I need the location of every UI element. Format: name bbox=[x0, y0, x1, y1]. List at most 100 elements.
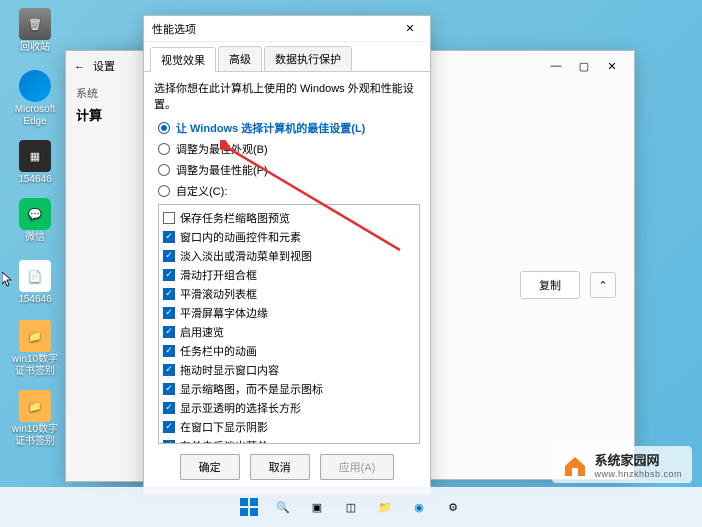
close-button[interactable]: ✕ bbox=[598, 56, 626, 76]
perf-titlebar[interactable]: 性能选项 ✕ bbox=[144, 16, 430, 42]
effect-row-10[interactable]: ✓显示亚透明的选择长方形 bbox=[163, 398, 415, 417]
checkbox-icon: ✓ bbox=[163, 345, 175, 357]
house-icon bbox=[562, 452, 588, 478]
effect-label: 淡入淡出或滑动菜单到视图 bbox=[180, 248, 312, 264]
effect-label: 显示缩略图，而不是显示图标 bbox=[180, 381, 323, 397]
settings-taskbar[interactable]: ⚙ bbox=[439, 493, 467, 521]
expand-toggle[interactable]: ⌃ bbox=[590, 272, 616, 298]
folder-icon: 📁 bbox=[19, 320, 51, 352]
effect-row-3[interactable]: ✓ 滑动打开组合框 bbox=[163, 265, 415, 284]
radio-icon bbox=[158, 185, 170, 197]
edge-icon: ◉ bbox=[414, 501, 424, 514]
effect-row-1[interactable]: ✓ 窗口内的动画控件和元素 bbox=[163, 227, 415, 246]
perf-tabs: 视觉效果 高级 数据执行保护 bbox=[144, 42, 430, 72]
visual-effects-list[interactable]: 保存任务栏缩略图预览 ✓ 窗口内的动画控件和元素 ✓ 淡入淡出或滑动菜单到视图 ✓ 滑动打开… bbox=[158, 204, 420, 444]
watermark-url: www.hnzkhbsb.com bbox=[594, 469, 682, 479]
desktop-icon-file-2[interactable]: 📄154646 bbox=[10, 260, 60, 306]
edge-icon bbox=[19, 70, 51, 102]
cancel-button[interactable]: 取消 bbox=[250, 454, 310, 480]
radio-label: 让 Windows 选择计算机的最佳设置(L) bbox=[176, 120, 365, 136]
effect-label: 窗口内的动画控件和元素 bbox=[180, 229, 301, 245]
edge-taskbar[interactable]: ◉ bbox=[405, 493, 433, 521]
radio-label: 调整为最佳外观(B) bbox=[176, 141, 268, 157]
recycle-bin-icon: 🗑 bbox=[19, 8, 51, 40]
explorer-taskbar[interactable]: 📁 bbox=[371, 493, 399, 521]
desktop-icon-folder-2[interactable]: 📁win10数字证书签别 bbox=[10, 390, 60, 448]
effect-row-12[interactable]: ✓在单击后淡出菜单 bbox=[163, 436, 415, 444]
file-icon: 📄 bbox=[19, 260, 51, 292]
effect-label: 平滑屏幕字体边缘 bbox=[180, 305, 268, 321]
windows-icon bbox=[240, 498, 258, 516]
effect-label: 在窗口下显示阴影 bbox=[180, 419, 268, 435]
effect-row-11[interactable]: ✓ 在窗口下显示阴影 bbox=[163, 417, 415, 436]
effect-row-0[interactable]: 保存任务栏缩略图预览 bbox=[163, 208, 415, 227]
effect-row-8[interactable]: ✓ 拖动时显示窗口内容 bbox=[163, 360, 415, 379]
taskbar[interactable]: 🔍 ▣ ◫ 📁 ◉ ⚙ bbox=[0, 487, 702, 527]
tab-advanced[interactable]: 高级 bbox=[218, 46, 262, 71]
apply-button[interactable]: 应用(A) bbox=[320, 454, 395, 480]
checkbox-icon bbox=[163, 212, 175, 224]
effect-row-9[interactable]: ✓显示缩略图，而不是显示图标 bbox=[163, 379, 415, 398]
desktop-icon-file-1[interactable]: ▦154646 bbox=[10, 140, 60, 186]
start-button[interactable] bbox=[235, 493, 263, 521]
tab-dep[interactable]: 数据执行保护 bbox=[264, 46, 352, 71]
copy-button[interactable]: 复制 bbox=[520, 271, 580, 299]
settings-title-text: 设置 bbox=[93, 58, 115, 74]
effect-row-7[interactable]: ✓ 任务栏中的动画 bbox=[163, 341, 415, 360]
effect-label: 启用速览 bbox=[180, 324, 224, 340]
effect-label: 滑动打开组合框 bbox=[180, 267, 257, 283]
radio-option-0[interactable]: 让 Windows 选择计算机的最佳设置(L) bbox=[158, 120, 420, 136]
radio-option-2[interactable]: 调整为最佳性能(P) bbox=[158, 162, 420, 178]
performance-options-dialog: 性能选项 ✕ 视觉效果 高级 数据执行保护 选择你想在此计算机上使用的 Wind… bbox=[143, 15, 431, 495]
watermark: 系统家园网 www.hnzkhbsb.com bbox=[552, 446, 692, 483]
folder-icon: 📁 bbox=[378, 501, 392, 514]
checkbox-icon: ✓ bbox=[163, 326, 175, 338]
back-button[interactable]: ← bbox=[74, 60, 85, 72]
task-view[interactable]: ▣ bbox=[303, 493, 331, 521]
checkbox-icon: ✓ bbox=[163, 250, 175, 262]
gear-icon: ⚙ bbox=[448, 501, 458, 514]
checkbox-icon: ✓ bbox=[163, 269, 175, 281]
perf-description: 选择你想在此计算机上使用的 Windows 外观和性能设置。 bbox=[154, 80, 420, 112]
minimize-button[interactable]: — bbox=[542, 56, 570, 76]
folder-icon: 📁 bbox=[19, 390, 51, 422]
widgets[interactable]: ◫ bbox=[337, 493, 365, 521]
file-icon: ▦ bbox=[19, 140, 51, 172]
desktop-icon-edge[interactable]: Microsoft Edge bbox=[10, 70, 60, 128]
effect-label: 显示亚透明的选择长方形 bbox=[180, 400, 301, 416]
search-icon: 🔍 bbox=[276, 501, 290, 514]
effect-row-2[interactable]: ✓ 淡入淡出或滑动菜单到视图 bbox=[163, 246, 415, 265]
tab-visual-effects[interactable]: 视觉效果 bbox=[150, 47, 216, 72]
watermark-brand: 系统家园网 bbox=[594, 450, 682, 469]
widgets-icon: ◫ bbox=[346, 501, 356, 514]
checkbox-icon: ✓ bbox=[163, 364, 175, 376]
desktop-icon-recycle-bin[interactable]: 🗑回收站 bbox=[10, 8, 60, 54]
desktop-icon-folder-1[interactable]: 📁win10数字证书签别 bbox=[10, 320, 60, 378]
checkbox-icon: ✓ bbox=[163, 231, 175, 243]
perf-title-text: 性能选项 bbox=[152, 21, 196, 37]
effect-row-5[interactable]: ✓ 平滑屏幕字体边缘 bbox=[163, 303, 415, 322]
desktop-icon-wechat[interactable]: 💬微信 bbox=[10, 198, 60, 244]
radio-icon bbox=[158, 122, 170, 134]
checkbox-icon: ✓ bbox=[163, 288, 175, 300]
checkbox-icon: ✓ bbox=[163, 421, 175, 433]
radio-icon bbox=[158, 164, 170, 176]
radio-option-3[interactable]: 自定义(C): bbox=[158, 183, 420, 199]
effect-label: 任务栏中的动画 bbox=[180, 343, 257, 359]
maximize-button[interactable]: ▢ bbox=[570, 56, 598, 76]
effect-label: 平滑滚动列表框 bbox=[180, 286, 257, 302]
close-button[interactable]: ✕ bbox=[398, 22, 422, 35]
checkbox-icon: ✓ bbox=[163, 307, 175, 319]
effect-row-4[interactable]: ✓ 平滑滚动列表框 bbox=[163, 284, 415, 303]
search-taskbar[interactable]: 🔍 bbox=[269, 493, 297, 521]
effect-row-6[interactable]: ✓ 启用速览 bbox=[163, 322, 415, 341]
task-view-icon: ▣ bbox=[312, 501, 322, 514]
effect-label: 保存任务栏缩略图预览 bbox=[180, 210, 290, 226]
radio-icon bbox=[158, 143, 170, 155]
radio-label: 调整为最佳性能(P) bbox=[176, 162, 268, 178]
chevron-up-icon: ⌃ bbox=[598, 279, 607, 292]
mouse-cursor-icon bbox=[2, 272, 14, 288]
ok-button[interactable]: 确定 bbox=[180, 454, 240, 480]
radio-option-1[interactable]: 调整为最佳外观(B) bbox=[158, 141, 420, 157]
effect-label: 拖动时显示窗口内容 bbox=[180, 362, 279, 378]
